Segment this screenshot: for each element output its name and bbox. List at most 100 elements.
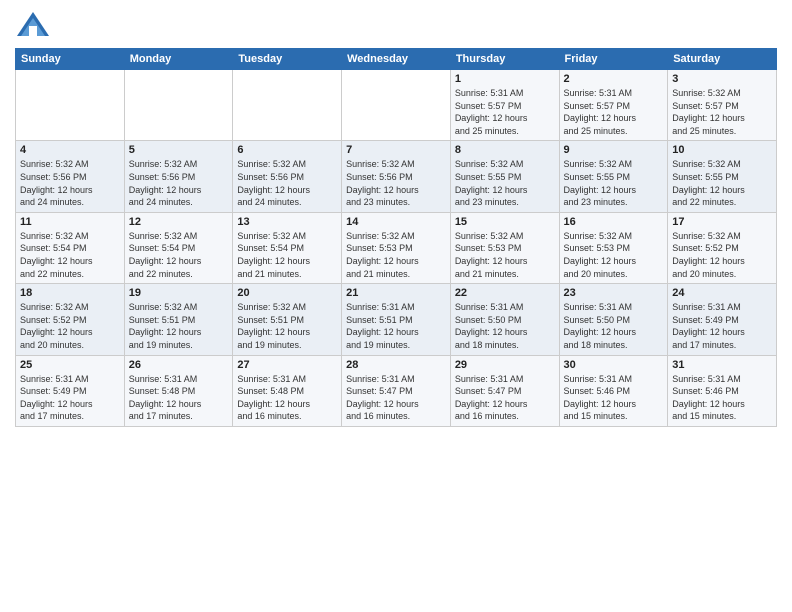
calendar-day-cell: 27 Sunrise: 5:31 AM Sunset: 5:48 PM Dayli… bbox=[233, 355, 342, 426]
calendar-day-cell: 9 Sunrise: 5:32 AM Sunset: 5:55 PM Daylig… bbox=[559, 141, 668, 212]
day-info: Sunrise: 5:32 AM Sunset: 5:53 PM Dayligh… bbox=[346, 230, 446, 280]
day-number: 17 bbox=[672, 216, 772, 228]
day-info: Sunrise: 5:31 AM Sunset: 5:46 PM Dayligh… bbox=[672, 373, 772, 423]
calendar-day-cell: 2Sunrise: 5:31 AM Sunset: 5:57 PM Daylig… bbox=[559, 70, 668, 141]
calendar-day-cell: 22Sunrise: 5:31 AM Sunset: 5:50 PM Dayli… bbox=[450, 284, 559, 355]
calendar-empty-cell bbox=[342, 70, 451, 141]
calendar-day-cell: 30Sunrise: 5:31 AM Sunset: 5:46 PM Dayli… bbox=[559, 355, 668, 426]
weekday-header-monday: Monday bbox=[124, 49, 233, 70]
weekday-header-saturday: Saturday bbox=[668, 49, 777, 70]
day-number: 21 bbox=[346, 287, 446, 299]
day-info: Sunrise: 5:32 AM Sunset: 5:54 PM Dayligh… bbox=[129, 230, 229, 280]
day-info: Sunrise: 5:31 AM Sunset: 5:49 PM Dayligh… bbox=[20, 373, 120, 423]
calendar-week-row: 4Sunrise: 5:32 AM Sunset: 5:56 PM Daylig… bbox=[16, 141, 777, 212]
calendar-day-cell: 19 Sunrise: 5:32 AM Sunset: 5:51 PM Dayli… bbox=[124, 284, 233, 355]
calendar-week-row: 25 Sunrise: 5:31 AM Sunset: 5:49 PM Dayli… bbox=[16, 355, 777, 426]
calendar-day-cell: 18Sunrise: 5:32 AM Sunset: 5:52 PM Dayli… bbox=[16, 284, 125, 355]
day-number: 28 bbox=[346, 359, 446, 371]
day-number: 25 bbox=[20, 359, 120, 371]
day-number: 15 bbox=[455, 216, 555, 228]
day-info: Sunrise: 5:32 AM Sunset: 5:51 PM Dayligh… bbox=[237, 301, 337, 351]
calendar-day-cell: 3 Sunrise: 5:32 AM Sunset: 5:57 PM Daylig… bbox=[668, 70, 777, 141]
weekday-header-thursday: Thursday bbox=[450, 49, 559, 70]
calendar-day-cell: 28 Sunrise: 5:31 AM Sunset: 5:47 PM Dayli… bbox=[342, 355, 451, 426]
day-number: 19 bbox=[129, 287, 229, 299]
calendar-day-cell: 24 Sunrise: 5:31 AM Sunset: 5:49 PM Dayli… bbox=[668, 284, 777, 355]
weekday-header-sunday: Sunday bbox=[16, 49, 125, 70]
day-number: 11 bbox=[20, 216, 120, 228]
day-info: Sunrise: 5:32 AM Sunset: 5:55 PM Dayligh… bbox=[672, 158, 772, 208]
calendar-day-cell: 12Sunrise: 5:32 AM Sunset: 5:54 PM Dayli… bbox=[124, 212, 233, 283]
calendar-day-cell: 11 Sunrise: 5:32 AM Sunset: 5:54 PM Dayli… bbox=[16, 212, 125, 283]
calendar-day-cell: 7 Sunrise: 5:32 AM Sunset: 5:56 PM Daylig… bbox=[342, 141, 451, 212]
calendar-day-cell: 25 Sunrise: 5:31 AM Sunset: 5:49 PM Dayli… bbox=[16, 355, 125, 426]
calendar-day-cell: 21Sunrise: 5:31 AM Sunset: 5:51 PM Dayli… bbox=[342, 284, 451, 355]
day-info: Sunrise: 5:32 AM Sunset: 5:56 PM Dayligh… bbox=[237, 158, 337, 208]
calendar-day-cell: 16 Sunrise: 5:32 AM Sunset: 5:53 PM Dayli… bbox=[559, 212, 668, 283]
day-info: Sunrise: 5:32 AM Sunset: 5:51 PM Dayligh… bbox=[129, 301, 229, 351]
calendar-day-cell: 14 Sunrise: 5:32 AM Sunset: 5:53 PM Dayli… bbox=[342, 212, 451, 283]
day-number: 29 bbox=[455, 359, 555, 371]
calendar-table: SundayMondayTuesdayWednesdayThursdayFrid… bbox=[15, 48, 777, 427]
day-info: Sunrise: 5:32 AM Sunset: 5:55 PM Dayligh… bbox=[455, 158, 555, 208]
day-number: 6 bbox=[237, 144, 337, 156]
calendar-empty-cell bbox=[16, 70, 125, 141]
day-number: 20 bbox=[237, 287, 337, 299]
calendar-day-cell: 31Sunrise: 5:31 AM Sunset: 5:46 PM Dayli… bbox=[668, 355, 777, 426]
day-info: Sunrise: 5:31 AM Sunset: 5:49 PM Dayligh… bbox=[672, 301, 772, 351]
day-info: Sunrise: 5:32 AM Sunset: 5:54 PM Dayligh… bbox=[237, 230, 337, 280]
calendar-day-cell: 8 Sunrise: 5:32 AM Sunset: 5:55 PM Daylig… bbox=[450, 141, 559, 212]
day-number: 9 bbox=[564, 144, 664, 156]
day-number: 24 bbox=[672, 287, 772, 299]
calendar-day-cell: 20 Sunrise: 5:32 AM Sunset: 5:51 PM Dayli… bbox=[233, 284, 342, 355]
day-number: 10 bbox=[672, 144, 772, 156]
calendar-day-cell: 26Sunrise: 5:31 AM Sunset: 5:48 PM Dayli… bbox=[124, 355, 233, 426]
logo bbox=[15, 10, 55, 40]
day-info: Sunrise: 5:32 AM Sunset: 5:57 PM Dayligh… bbox=[672, 87, 772, 137]
calendar-day-cell: 10 Sunrise: 5:32 AM Sunset: 5:55 PM Dayli… bbox=[668, 141, 777, 212]
day-info: Sunrise: 5:32 AM Sunset: 5:54 PM Dayligh… bbox=[20, 230, 120, 280]
weekday-header-wednesday: Wednesday bbox=[342, 49, 451, 70]
calendar-day-cell: 17Sunrise: 5:32 AM Sunset: 5:52 PM Dayli… bbox=[668, 212, 777, 283]
header bbox=[15, 10, 777, 40]
day-info: Sunrise: 5:31 AM Sunset: 5:57 PM Dayligh… bbox=[455, 87, 555, 137]
day-number: 16 bbox=[564, 216, 664, 228]
calendar-day-cell: 6 Sunrise: 5:32 AM Sunset: 5:56 PM Daylig… bbox=[233, 141, 342, 212]
day-info: Sunrise: 5:32 AM Sunset: 5:56 PM Dayligh… bbox=[20, 158, 120, 208]
day-number: 3 bbox=[672, 73, 772, 85]
day-info: Sunrise: 5:32 AM Sunset: 5:53 PM Dayligh… bbox=[564, 230, 664, 280]
day-number: 14 bbox=[346, 216, 446, 228]
logo-icon bbox=[15, 10, 51, 40]
calendar-empty-cell bbox=[124, 70, 233, 141]
day-info: Sunrise: 5:31 AM Sunset: 5:47 PM Dayligh… bbox=[455, 373, 555, 423]
calendar-day-cell: 5Sunrise: 5:32 AM Sunset: 5:56 PM Daylig… bbox=[124, 141, 233, 212]
day-info: Sunrise: 5:31 AM Sunset: 5:50 PM Dayligh… bbox=[564, 301, 664, 351]
day-info: Sunrise: 5:32 AM Sunset: 5:55 PM Dayligh… bbox=[564, 158, 664, 208]
weekday-header-tuesday: Tuesday bbox=[233, 49, 342, 70]
day-number: 23 bbox=[564, 287, 664, 299]
calendar-empty-cell bbox=[233, 70, 342, 141]
day-info: Sunrise: 5:31 AM Sunset: 5:57 PM Dayligh… bbox=[564, 87, 664, 137]
day-info: Sunrise: 5:31 AM Sunset: 5:47 PM Dayligh… bbox=[346, 373, 446, 423]
day-number: 7 bbox=[346, 144, 446, 156]
day-number: 1 bbox=[455, 73, 555, 85]
calendar-day-cell: 4Sunrise: 5:32 AM Sunset: 5:56 PM Daylig… bbox=[16, 141, 125, 212]
weekday-header-row: SundayMondayTuesdayWednesdayThursdayFrid… bbox=[16, 49, 777, 70]
day-number: 8 bbox=[455, 144, 555, 156]
day-info: Sunrise: 5:31 AM Sunset: 5:48 PM Dayligh… bbox=[237, 373, 337, 423]
weekday-header-friday: Friday bbox=[559, 49, 668, 70]
day-info: Sunrise: 5:32 AM Sunset: 5:56 PM Dayligh… bbox=[346, 158, 446, 208]
calendar-day-cell: 1 Sunrise: 5:31 AM Sunset: 5:57 PM Daylig… bbox=[450, 70, 559, 141]
day-info: Sunrise: 5:31 AM Sunset: 5:50 PM Dayligh… bbox=[455, 301, 555, 351]
calendar-week-row: 18Sunrise: 5:32 AM Sunset: 5:52 PM Dayli… bbox=[16, 284, 777, 355]
day-number: 30 bbox=[564, 359, 664, 371]
page: SundayMondayTuesdayWednesdayThursdayFrid… bbox=[0, 0, 792, 612]
calendar-week-row: 11 Sunrise: 5:32 AM Sunset: 5:54 PM Dayli… bbox=[16, 212, 777, 283]
day-number: 27 bbox=[237, 359, 337, 371]
day-number: 5 bbox=[129, 144, 229, 156]
calendar-day-cell: 29 Sunrise: 5:31 AM Sunset: 5:47 PM Dayli… bbox=[450, 355, 559, 426]
calendar-day-cell: 13 Sunrise: 5:32 AM Sunset: 5:54 PM Dayli… bbox=[233, 212, 342, 283]
day-info: Sunrise: 5:32 AM Sunset: 5:53 PM Dayligh… bbox=[455, 230, 555, 280]
day-info: Sunrise: 5:31 AM Sunset: 5:48 PM Dayligh… bbox=[129, 373, 229, 423]
day-number: 13 bbox=[237, 216, 337, 228]
